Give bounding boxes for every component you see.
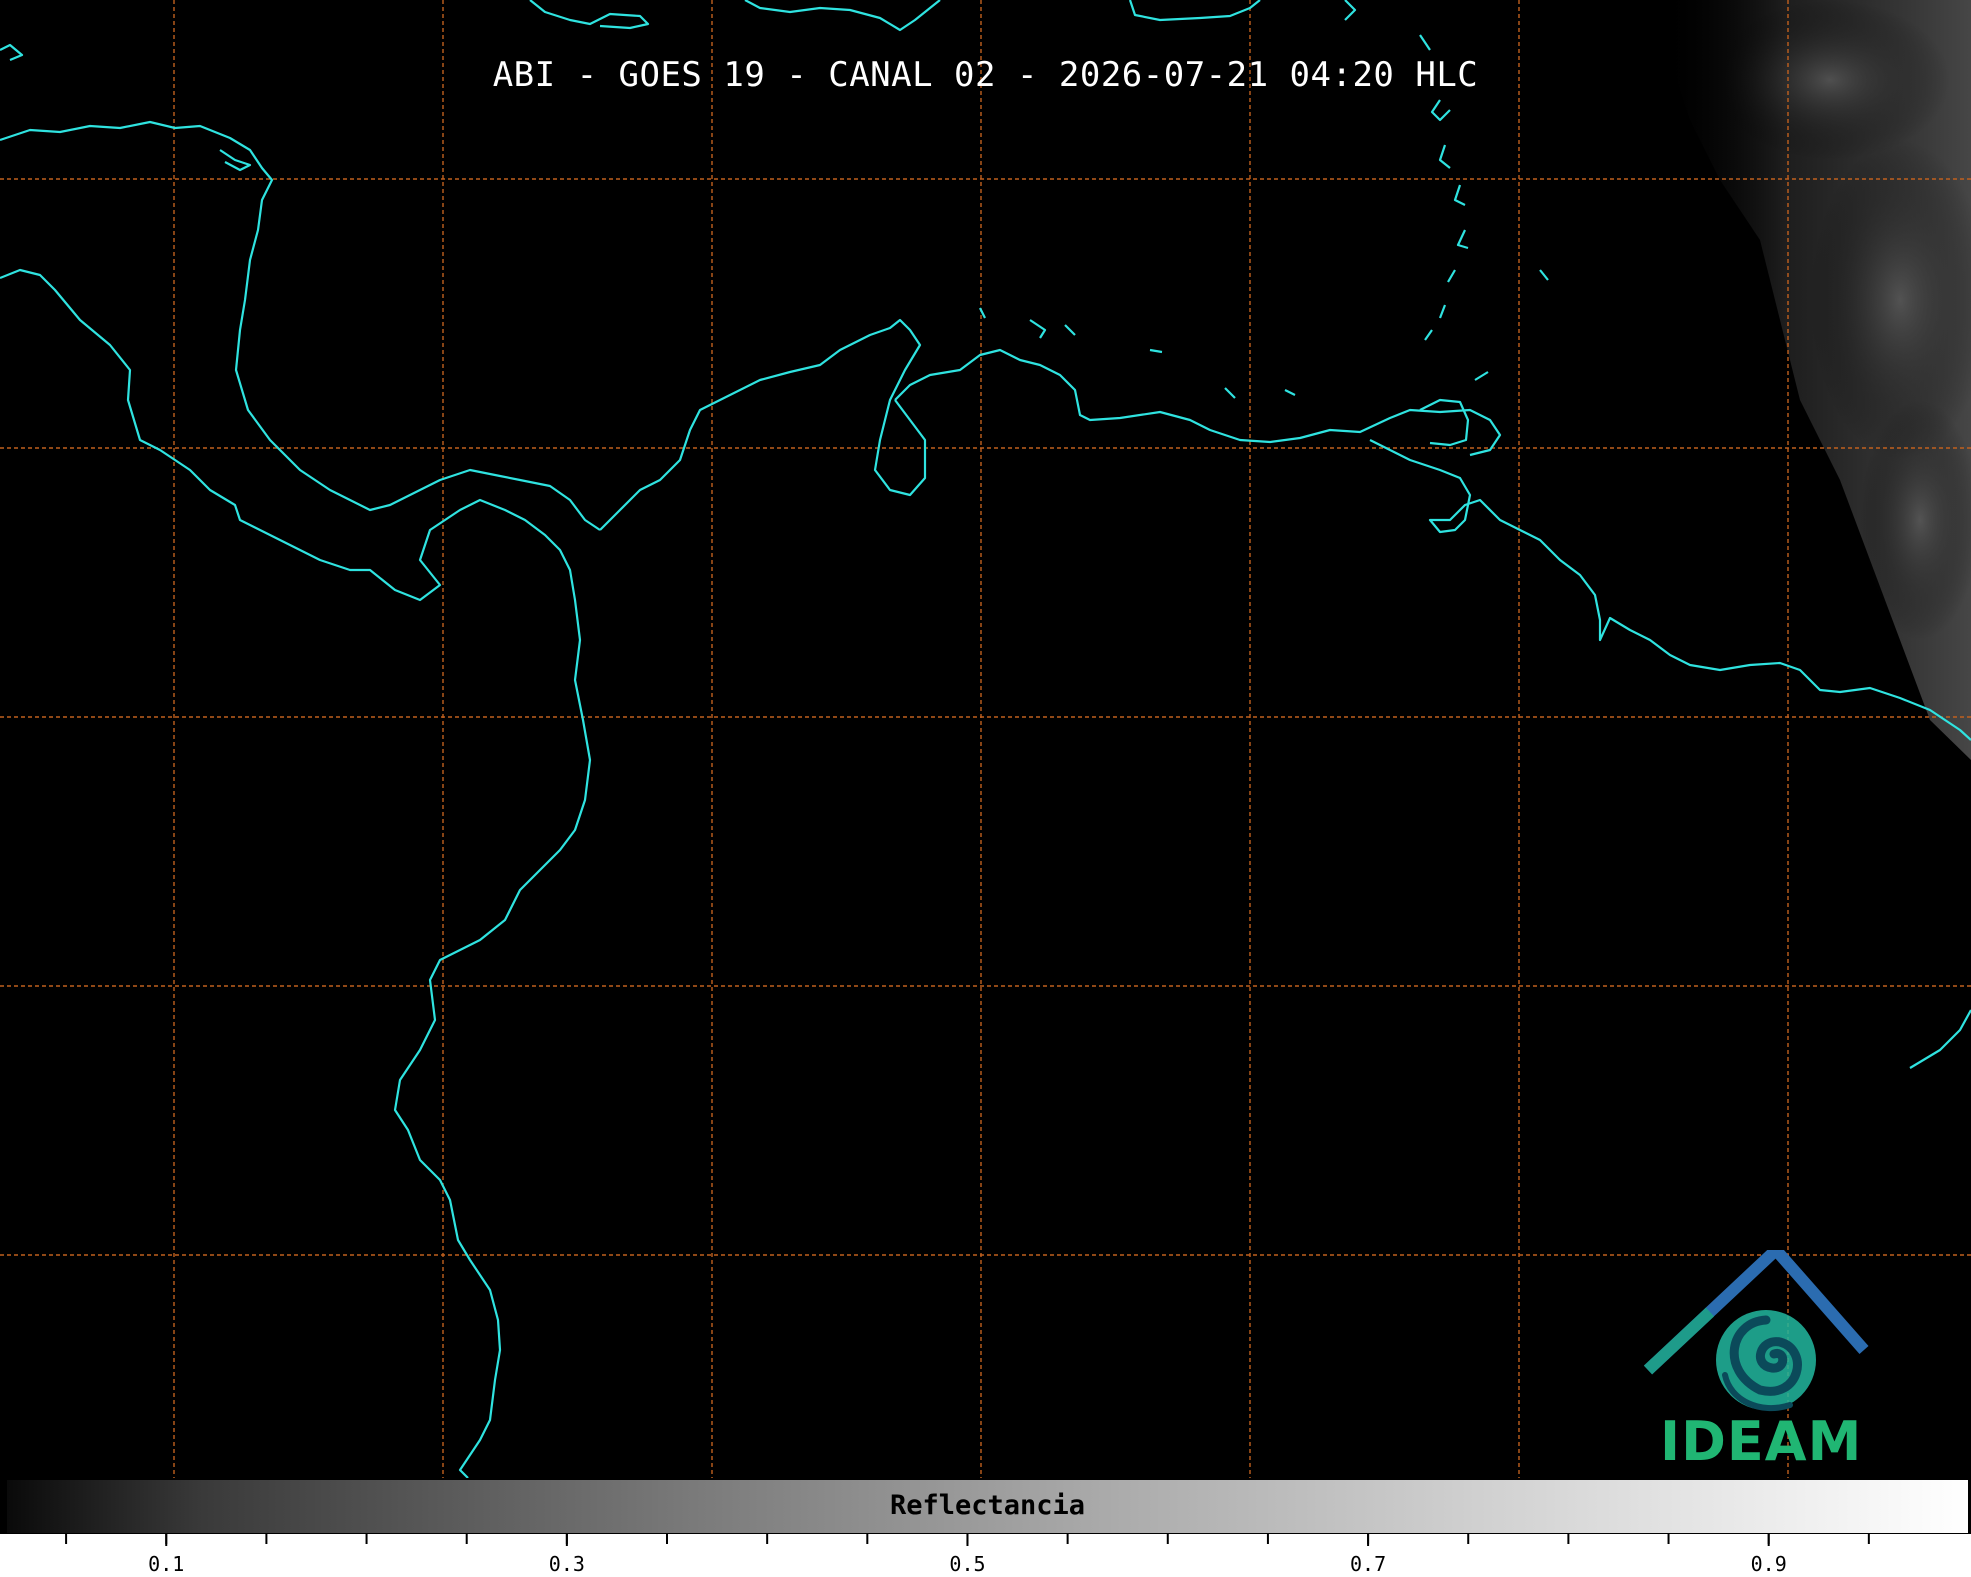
colorbar-tick-label: 0.1	[148, 1552, 185, 1576]
colorbar-axis: 0.1 0.3 0.5 0.7 0.9	[0, 1534, 1971, 1577]
coast-trinidad-guiana	[1419, 398, 1470, 447]
coast-brazil-east	[1909, 1009, 1971, 1069]
coast-island-top-mid	[744, 0, 941, 32]
coast-island-top-right	[1128, 0, 1261, 22]
logo-wordmark: IDEAM	[1660, 1410, 1863, 1473]
map-title: ABI - GOES 19 - CANAL 02 - 2026-07-21 04…	[492, 55, 1479, 95]
colorbar-label: Reflectancia	[889, 1490, 1086, 1521]
colorbar: Reflectancia	[6, 1479, 1969, 1534]
colorbar-tick-label: 0.9	[1750, 1552, 1787, 1576]
coast-island-top-right2	[1344, 0, 1357, 21]
coast-central-america-north	[0, 120, 601, 531]
colorbar-tick-label: 0.3	[548, 1552, 585, 1576]
coast-yucatan-inner	[219, 149, 252, 172]
colorbar-tick-label: 0.5	[949, 1552, 986, 1576]
coast-colombia-north	[599, 318, 927, 531]
coast-central-america-south	[0, 268, 592, 1478]
coast-venezuela	[894, 348, 1502, 457]
cloud-region	[1660, 0, 1971, 760]
coast-island-top-left	[529, 0, 650, 30]
colorbar-tick-label: 0.7	[1350, 1552, 1387, 1576]
